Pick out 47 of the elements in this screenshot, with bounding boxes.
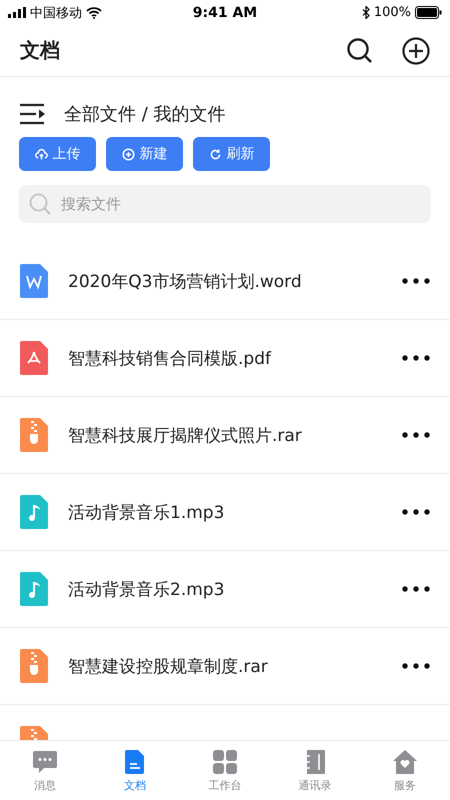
file-name[interactable]: 活动背景音乐1.mp3 <box>68 500 402 524</box>
upload-button[interactable]: 上传 <box>19 137 96 171</box>
refresh-icon <box>208 148 222 160</box>
tab-bar-item[interactable]: 文档 <box>90 741 180 800</box>
home-heart-icon <box>392 748 418 774</box>
battery-percent: 100% <box>374 5 411 20</box>
cloud-upload-icon <box>34 148 48 160</box>
menu-icon[interactable] <box>20 103 46 125</box>
wifi-icon <box>86 6 102 18</box>
tab-bar-item[interactable]: 工作台 <box>180 741 270 800</box>
search-input[interactable]: 搜索文件 <box>59 194 421 214</box>
page-title: 文档 <box>20 37 61 64</box>
audio-file-icon <box>20 572 48 606</box>
search-icon[interactable] <box>346 36 374 64</box>
pdf-file-icon <box>20 341 48 375</box>
file-name[interactable]: 智慧科技展厅揭牌仪式照片.rar <box>68 424 402 446</box>
search-icon <box>29 193 51 215</box>
more-icon[interactable] <box>402 278 430 284</box>
grid-icon <box>212 748 238 774</box>
bluetooth-icon <box>362 6 370 19</box>
battery-icon <box>415 6 442 19</box>
more-icon[interactable] <box>402 663 430 669</box>
new-button[interactable]: 新建 <box>106 137 183 171</box>
more-icon[interactable] <box>402 586 430 592</box>
audio-file-icon <box>20 495 48 529</box>
status-time: 9:41 AM <box>192 4 258 20</box>
tab-bar-item[interactable]: 消息 <box>0 741 90 800</box>
archive-file-icon <box>20 649 48 683</box>
signal-icon <box>8 7 26 18</box>
more-icon[interactable] <box>402 432 430 438</box>
tab-bar-item[interactable]: 通讯录 <box>270 741 360 800</box>
tab-bar-item[interactable]: 服务 <box>360 741 450 800</box>
refresh-button[interactable]: 刷新 <box>193 137 270 171</box>
plus-circle-icon <box>122 148 134 160</box>
file-name[interactable]: 智慧科技销售合同模版.pdf <box>68 346 402 370</box>
word-file-icon <box>20 264 48 298</box>
more-icon[interactable] <box>402 355 430 361</box>
file-name[interactable]: 2020年Q3市场营销计划.word <box>68 270 402 292</box>
add-icon[interactable] <box>402 36 430 64</box>
search-field[interactable]: 搜索文件 <box>19 185 431 223</box>
breadcrumb: 全部文件 / 我的文件 <box>64 103 226 126</box>
file-name[interactable]: 活动背景音乐2.mp3 <box>68 578 402 600</box>
carrier-name: 中国移动 <box>30 4 82 22</box>
chat-bubble-icon <box>32 748 58 774</box>
more-icon[interactable] <box>402 509 430 515</box>
archive-file-icon <box>20 418 48 452</box>
file-name[interactable]: 智慧建设控股规章制度.rar <box>68 654 402 678</box>
